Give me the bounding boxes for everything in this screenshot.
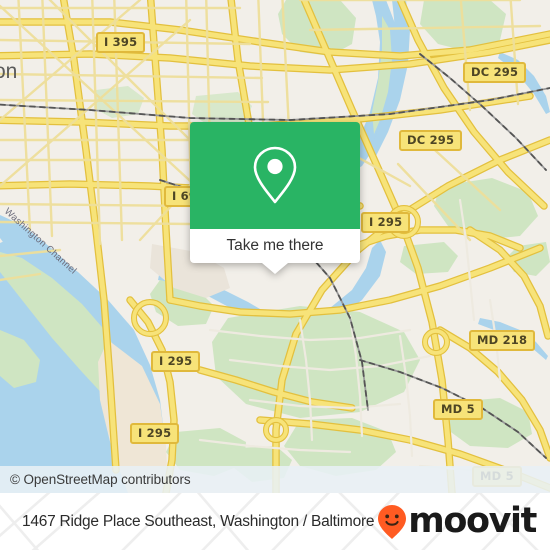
road-shield-label: I 395 — [104, 35, 138, 49]
map-pin-icon — [253, 146, 297, 203]
road-shield-label: I 295 — [159, 354, 193, 368]
road-shield-label: DC 295 — [407, 133, 455, 147]
city-label: on — [0, 60, 17, 83]
popup-action-panel[interactable]: Take me there — [190, 229, 360, 274]
road-shield: MD 5 — [433, 399, 483, 420]
footer-bar: 1467 Ridge Place Southeast, Washington /… — [0, 493, 550, 550]
road-shield: DC 295 — [463, 62, 527, 83]
road-shield-label: MD 5 — [441, 402, 475, 416]
osm-attribution-bar: © OpenStreetMap contributors — [0, 466, 550, 493]
moovit-smiley-pin-icon — [378, 504, 407, 539]
popup-tail-pointer — [262, 263, 288, 274]
road-shield: I 295 — [151, 351, 201, 372]
moovit-map-screenshot: on Washington Channel I 395DC 295DC 295I… — [0, 0, 550, 550]
road-shield: I 395 — [96, 32, 146, 53]
moovit-wordmark: moovit — [408, 501, 537, 541]
osm-attribution-text[interactable]: © OpenStreetMap contributors — [0, 472, 191, 487]
road-shield-label: I 295 — [138, 426, 172, 440]
popup-icon-panel — [190, 122, 360, 229]
road-shield-label: MD 218 — [477, 333, 528, 347]
moovit-brand-logo[interactable]: moovit — [377, 501, 537, 541]
location-popup-card[interactable]: Take me there — [190, 122, 360, 274]
road-shield: DC 295 — [399, 130, 463, 151]
location-address: 1467 Ridge Place Southeast, Washington /… — [22, 512, 375, 530]
road-shield-label: I 295 — [369, 215, 403, 229]
road-shield-label: DC 295 — [471, 65, 519, 79]
road-shield: I 295 — [361, 212, 411, 233]
take-me-there-button[interactable]: Take me there — [227, 237, 324, 255]
road-shield: MD 218 — [469, 330, 536, 351]
road-shield: I 295 — [130, 423, 180, 444]
